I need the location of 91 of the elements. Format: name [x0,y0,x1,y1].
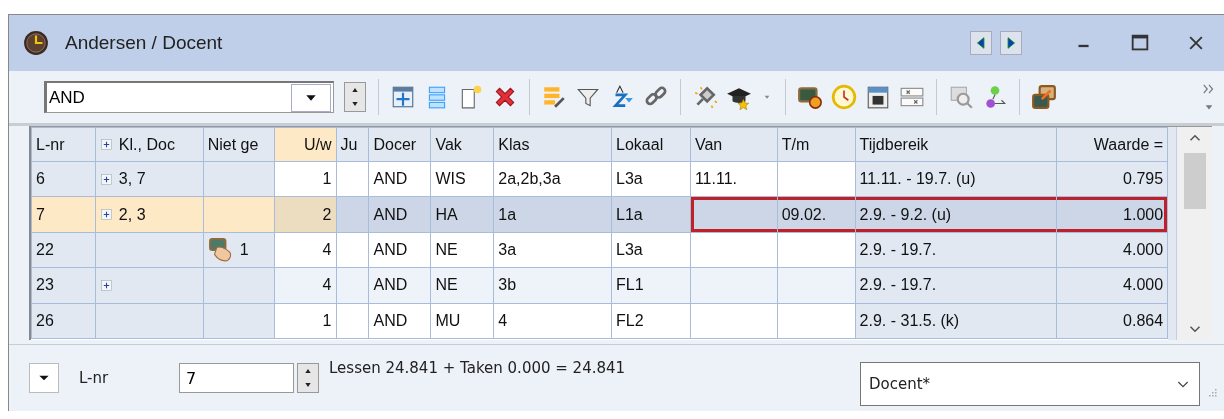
calendar-icon[interactable] [865,84,891,110]
table-cell: FL2 [611,303,691,339]
column-header[interactable]: Niet ge [203,127,275,162]
table-cell [203,196,275,233]
teacher-combobox[interactable]: AND [44,81,334,113]
table-cell: 2 [274,196,336,233]
column-header[interactable]: T/m [777,127,856,162]
clock-icon[interactable] [831,84,857,110]
table-cell: 1 [274,303,336,339]
table-cell: 6 [31,161,96,197]
down-arrow-icon [350,100,360,108]
column-header[interactable]: Van [690,127,778,162]
column-header[interactable]: Vak [430,127,494,162]
grid-move-icon[interactable] [390,84,416,110]
caret-icon[interactable] [1204,102,1214,112]
spinner[interactable] [344,82,366,112]
windows-icon[interactable] [1031,84,1057,110]
table-cell: AND [368,303,431,339]
table-cell: 3a [493,232,612,268]
table-cell: 22 [31,232,96,268]
spinner[interactable] [297,363,319,393]
expand-icon[interactable] [99,208,113,222]
up-arrow-icon [350,86,360,94]
table-cell: 3, 7 [95,161,204,197]
table-cell: AND [368,232,431,268]
table-cell: AND [368,267,431,304]
table-cell: AND [368,161,431,197]
table-cell: 11.11. - 19.7. (u) [855,161,1057,197]
hand-icon [207,236,234,263]
table-cell: 3b [493,267,612,304]
table-cell: 2a,2b,3a [493,161,612,197]
scrollbar[interactable] [1177,127,1212,340]
input-field[interactable]: 7 [179,363,294,393]
table-cell: 4.000 [1056,267,1168,304]
column-header[interactable]: Tijdbereik [855,127,1057,162]
table-cell: WIS [430,161,494,197]
column-header[interactable]: U/w [274,127,336,162]
resize-grip-icon[interactable] [1206,386,1218,398]
column-header[interactable]: Ju [336,127,369,162]
column-header[interactable]: Kl., Doc [95,127,204,162]
table-cell: L3a [611,232,691,268]
table-cell: NE [430,267,494,304]
table-cell: 2.9. - 31.5. (k) [855,303,1057,339]
table-cell: 26 [31,303,96,339]
table-cell: 2, 3 [95,196,204,233]
table-cell: 09.02. [777,196,856,233]
table-cell: 1 [274,161,336,197]
table-cell: L3a [611,161,691,197]
table-cell: 2.9. - 9.2. (u) [855,196,1057,233]
table-cell: FL1 [611,267,691,304]
table-cell: 4 [493,303,612,339]
table-cell: 1a [493,196,612,233]
table-cell: 23 [31,267,96,304]
edit-list-icon[interactable] [541,84,567,110]
scrollbar-thumb[interactable] [1183,153,1206,209]
table-cell: HA [430,196,494,233]
table-cell: MU [430,303,494,339]
expand-icon[interactable] [99,138,113,151]
table-cell [203,161,275,197]
clock-icon [23,30,49,56]
field-label: L-nr [79,369,110,387]
table-cell: 4.000 [1056,232,1168,268]
table-cell: 1 [203,232,275,268]
table-cell: NE [430,232,494,268]
table-cell: 2.9. - 19.7. [855,232,1057,268]
view-select[interactable]: Docent* [860,362,1200,406]
table-cell: 2.9. - 19.7. [855,267,1057,304]
table-cell: 4 [274,232,336,268]
table-cell [203,303,275,339]
expand-icon[interactable] [99,278,113,292]
totals-text: Lessen 24.841 + Taken 0.000 = 24.841 [329,359,626,377]
table-cell: AND [368,196,431,233]
table-cell: L1a [611,196,691,233]
table-cell: 0.864 [1056,303,1168,339]
column-header[interactable]: Lokaal [611,127,691,162]
table-cell: 0.795 [1056,161,1168,197]
overflow-icon[interactable] [1202,82,1216,96]
table-cell: 11.11. [690,161,778,197]
menu-button[interactable] [29,363,59,393]
help-board-icon[interactable] [797,84,823,110]
down-arrow-icon [303,381,313,389]
column-header[interactable]: Docer [368,127,431,162]
column-header[interactable]: L-nr [31,127,96,162]
up-arrow-icon [303,367,313,375]
table-cell: 4 [274,267,336,304]
column-header[interactable]: Waarde = [1056,127,1168,162]
column-header[interactable]: Klas [493,127,612,162]
table-cell: 1.000 [1056,196,1168,233]
expand-icon[interactable] [99,172,113,186]
table-cell: 7 [31,196,96,233]
window-title: Andersen / Docent [65,32,223,54]
